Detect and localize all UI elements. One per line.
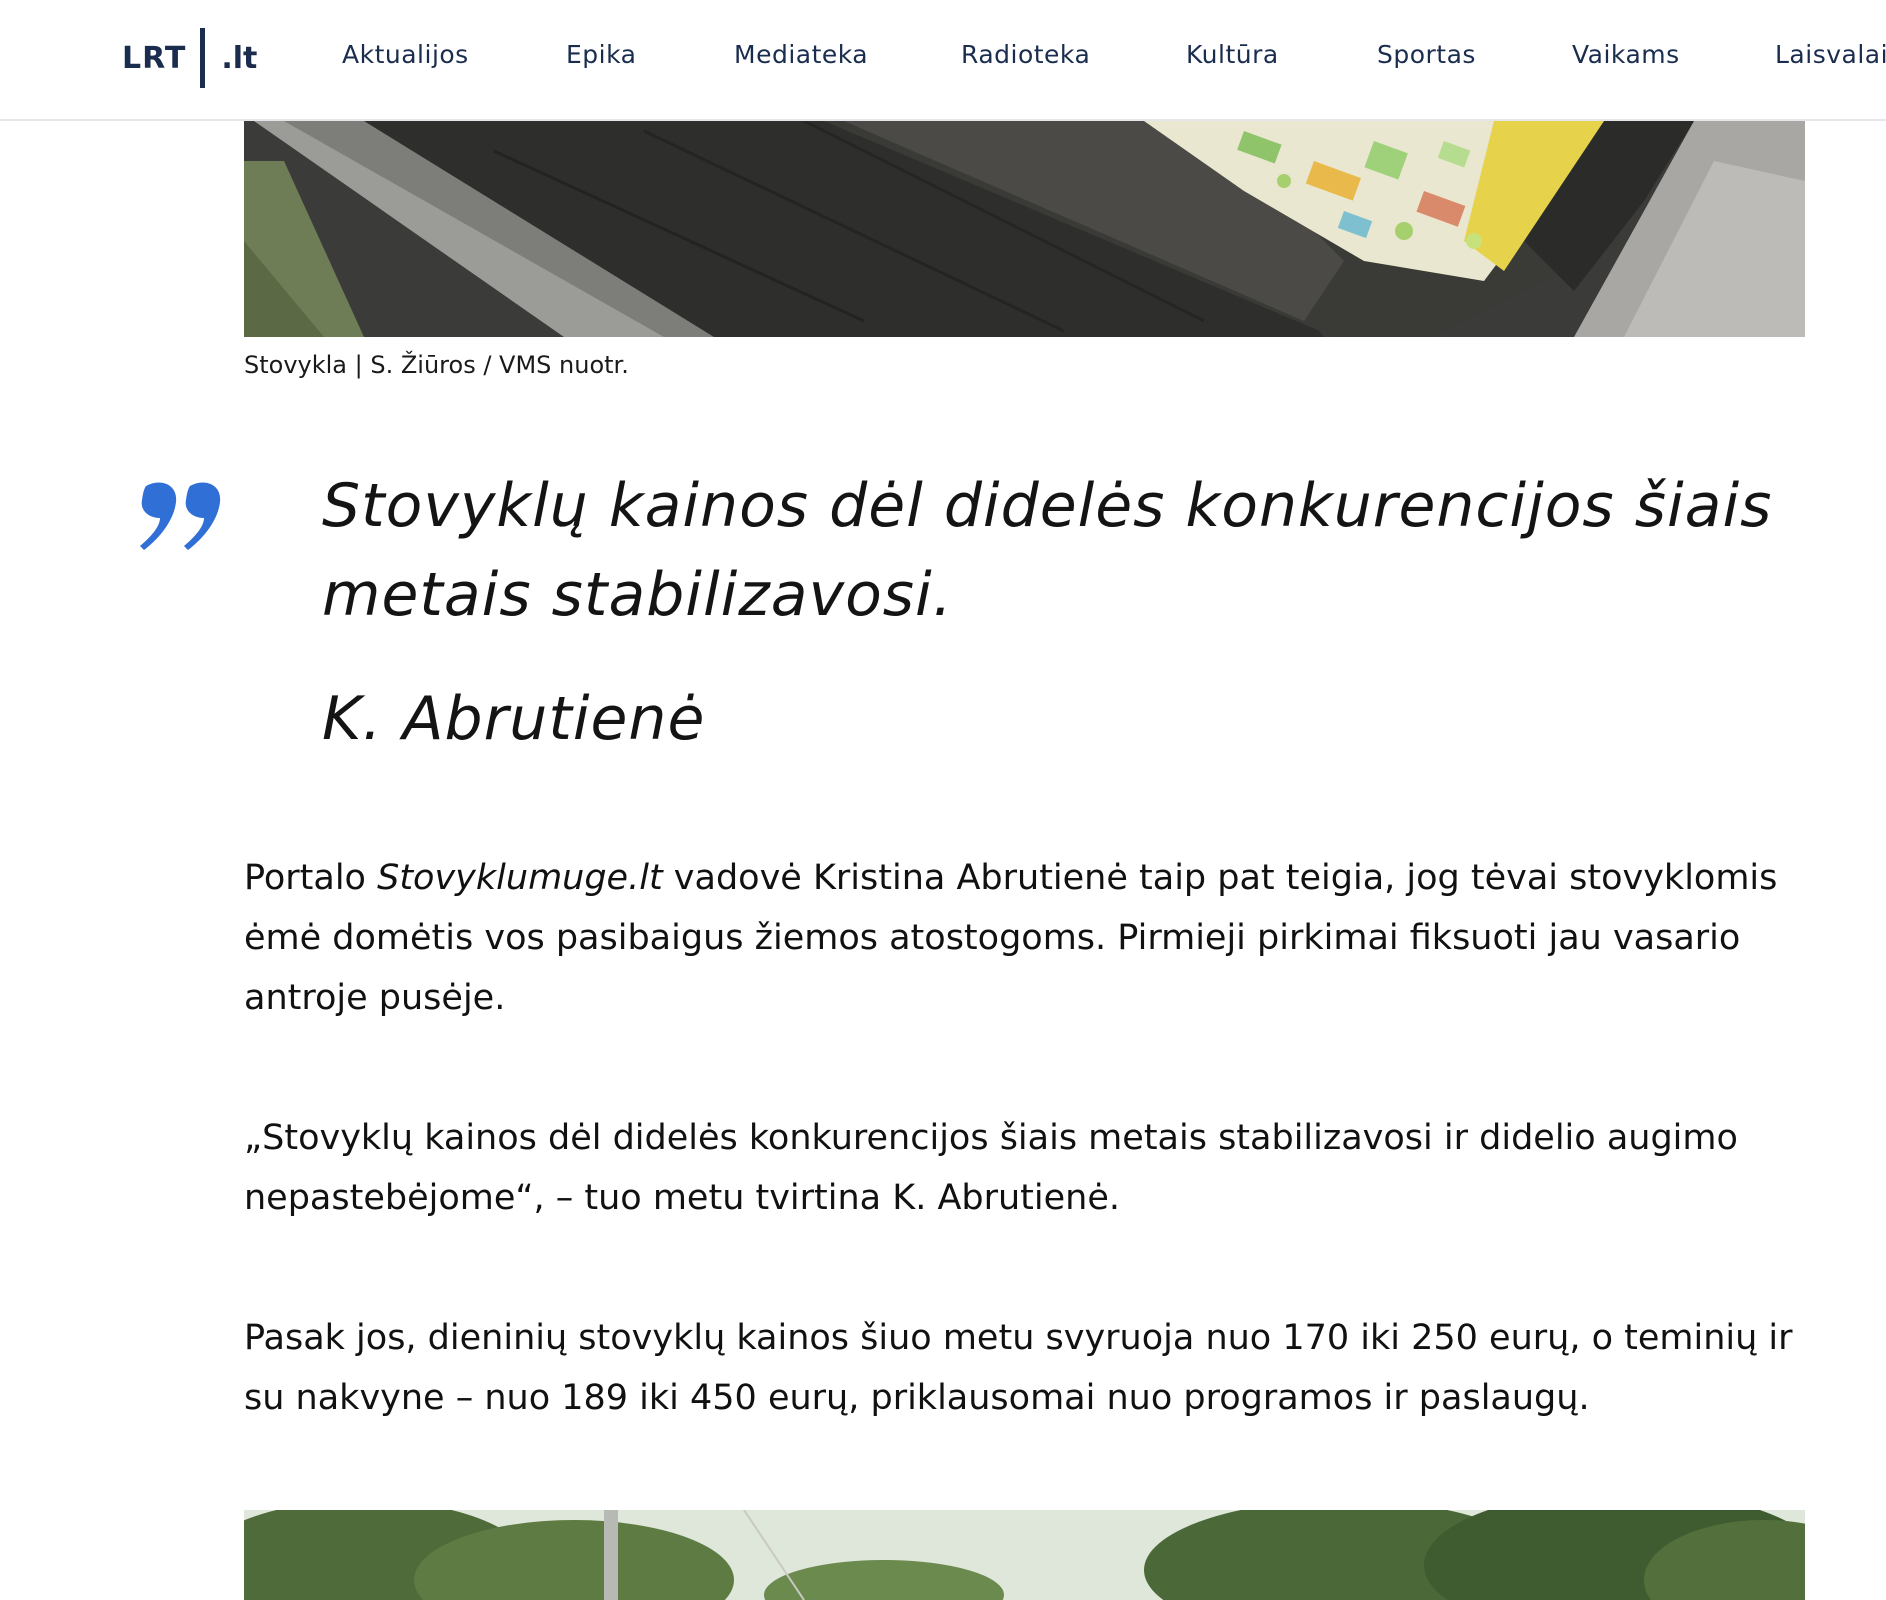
nav-item-laisvalaikis[interactable]: Laisvalai: [1775, 40, 1886, 69]
nav-item-radioteka[interactable]: Radioteka: [961, 40, 1090, 69]
nav-item-mediateka[interactable]: Mediateka: [734, 40, 868, 69]
nav-item-aktualijos[interactable]: Aktualijos: [342, 40, 469, 69]
quote-text: Stovyklų kainos dėl didelės konkurencijo…: [322, 471, 1773, 630]
paragraph-1-before: Portalo: [244, 858, 378, 898]
nav-item-epika[interactable]: Epika: [566, 40, 636, 69]
nav-item-sportas[interactable]: Sportas: [1377, 40, 1476, 69]
camp-photo-illustration: [244, 121, 1805, 337]
main-nav: Aktualijos Epika Mediateka Radioteka Kul…: [0, 0, 1886, 118]
article-paragraph-1: Portalo Stovyklumuge.lt vadovė Kristina …: [244, 848, 1804, 1028]
nav-item-kultura[interactable]: Kultūra: [1186, 40, 1279, 69]
portal-name: Stovyklumuge.lt: [377, 858, 663, 898]
site-header: LRT .lt Aktualijos Epika Mediateka Radio…: [0, 0, 1886, 121]
article-photo-camp[interactable]: [244, 121, 1805, 337]
trees-photo-illustration: [244, 1510, 1805, 1600]
article-paragraph-2: „Stovyklų kainos dėl didelės konkurencij…: [244, 1118, 1738, 1218]
article-photo-trees[interactable]: [244, 1510, 1805, 1600]
article-paragraph-3: Pasak jos, dieninių stovyklų kainos šiuo…: [244, 1318, 1793, 1418]
nav-item-vaikams[interactable]: Vaikams: [1572, 40, 1680, 69]
quote-mark-icon: [140, 482, 221, 550]
quote-author: K. Abrutienė: [322, 684, 706, 754]
photo-caption: Stovykla | S. Žiūros / VMS nuotr.: [244, 351, 629, 379]
